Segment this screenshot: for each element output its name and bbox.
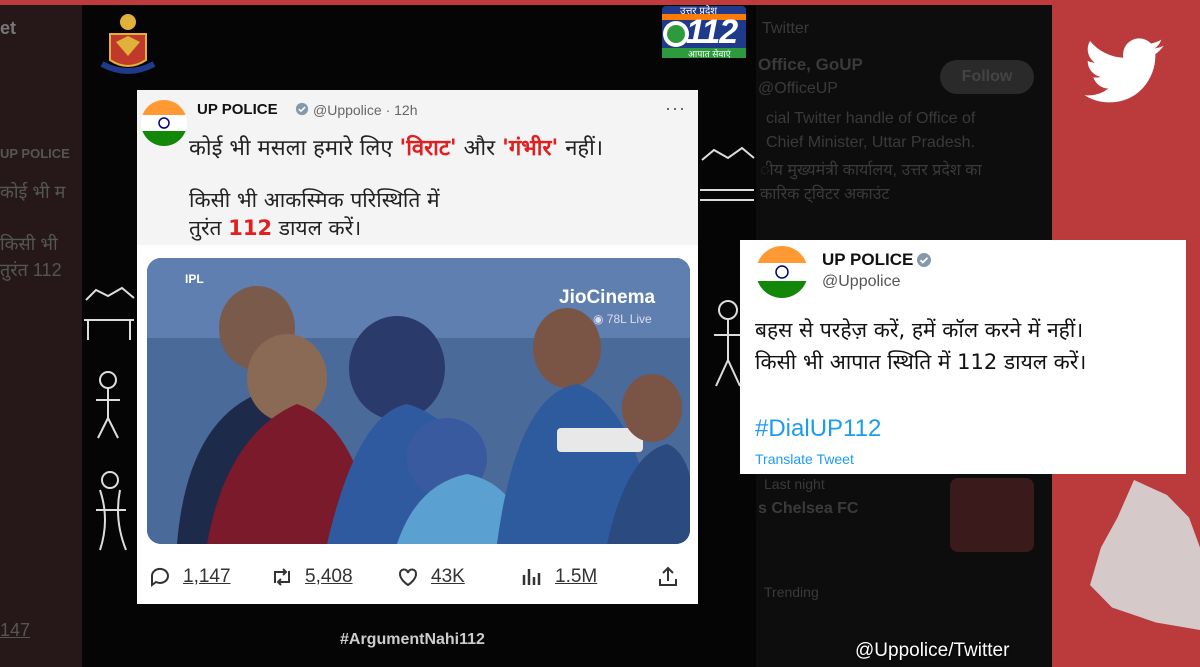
- tweet-actions: 1,147 5,408 43K 1.5M: [137, 560, 698, 600]
- tweet-text-line-1: बहस से परहेज़ करें, हमें कॉल करने में नह…: [755, 318, 1084, 342]
- share-icon[interactable]: [655, 565, 681, 589]
- avatar[interactable]: [756, 246, 808, 298]
- tweet-text-highlight: 'गंभीर': [502, 136, 559, 161]
- bg-right-snippet: ीय मुख्यमंत्री कार्यालय, उत्तर प्रदेश का: [760, 162, 982, 179]
- more-options-icon[interactable]: ···: [665, 98, 686, 119]
- image-credit: @Uppolice/Twitter: [855, 640, 1010, 661]
- tweet-text-part: डायल करें।: [272, 216, 362, 240]
- tweet-handle[interactable]: @Uppolice: [822, 273, 901, 291]
- translate-tweet-link[interactable]: Translate Tweet: [755, 451, 854, 467]
- views-icon[interactable]: [519, 565, 545, 589]
- main-tweet-card[interactable]: UP POLICE @Uppolice · 12h ··· कोई भी मसल…: [137, 90, 698, 604]
- avatar[interactable]: [141, 100, 187, 146]
- ipl-badge: IPL: [185, 272, 204, 286]
- bg-right-snippet: @OfficeUP: [758, 80, 838, 97]
- tweet-text-part: नहीं।: [558, 136, 604, 161]
- tweet-text-part: कोई भी मसला हमारे लिए: [189, 136, 400, 161]
- twitter-bird-icon: [1084, 38, 1164, 103]
- bg-right-snippet: s Chelsea FC: [758, 500, 859, 517]
- tweet-text-line-1: कोई भी मसला हमारे लिए 'विराट' और 'गंभीर'…: [189, 132, 603, 162]
- like-icon[interactable]: [395, 565, 421, 589]
- verified-icon: [917, 253, 931, 267]
- bg-left-snippet: तुरंत 112: [0, 260, 62, 280]
- bg-right-snippet: Trending: [764, 584, 819, 600]
- bg-left-snippet: किसी भी: [0, 234, 58, 254]
- tweet-author-name[interactable]: UP POLICE: [197, 101, 278, 118]
- bg-right-snippet: cial Twitter handle of Office of: [766, 110, 976, 127]
- tweet-text-line-3: तुरंत 112 डायल करें।: [189, 214, 361, 242]
- bg-thumbnail: [950, 478, 1034, 552]
- tweet-handle[interactable]: @Uppolice · 12h: [313, 102, 418, 118]
- reply-icon[interactable]: [147, 565, 173, 589]
- bg-left-snippet: et: [0, 18, 17, 38]
- emblem-icon: [100, 14, 156, 74]
- background-tweet-left: [0, 5, 82, 667]
- broadcaster-label: JioCinema: [559, 287, 656, 308]
- overlay-tweet-card[interactable]: UP POLICE @Uppolice बहस से परहेज़ करें, …: [740, 240, 1186, 474]
- poster-hashtag: #ArgumentNahi112: [340, 631, 485, 648]
- tweet-text-highlight: 'विराट': [399, 136, 457, 161]
- live-viewers: ◉ 78L Live: [593, 312, 652, 326]
- tweet-hashtag-link[interactable]: #DialUP112: [755, 415, 881, 443]
- tweet-photo[interactable]: IPL JioCinema ◉ 78L Live: [147, 258, 690, 544]
- retweet-icon[interactable]: [269, 565, 295, 589]
- tweet-text-line-2: किसी भी आपात स्थिति में 112 डायल करें।: [755, 350, 1087, 374]
- bg-right-snippet: Office, GoUP: [758, 55, 863, 74]
- views-count[interactable]: 1.5M: [555, 566, 597, 588]
- retweet-count[interactable]: 5,408: [305, 566, 353, 588]
- bg-right-snippet: कारिक ट्विटर अकाउंट: [760, 186, 890, 203]
- bg-right-snippet: Last night: [764, 476, 825, 492]
- bg-left-snippet: कोई भी म: [0, 182, 66, 202]
- tweet-text-part: और: [456, 136, 503, 161]
- like-count[interactable]: 43K: [431, 566, 465, 588]
- sketch-left-figures: [84, 286, 135, 551]
- tweet-text-highlight: 112: [228, 216, 273, 240]
- bg-right-snippet: Twitter: [762, 20, 810, 37]
- logo-112-bottom-text: आपात सेवाएं: [688, 49, 731, 59]
- tweet-author-name[interactable]: UP POLICE: [822, 250, 913, 270]
- tweet-text-line-2: किसी भी आकस्मिक परिस्थिति में: [189, 188, 440, 212]
- follow-button[interactable]: Follow: [940, 60, 1034, 94]
- bg-right-snippet: Chief Minister, Uttar Pradesh.: [766, 134, 975, 151]
- verified-icon: [295, 102, 309, 116]
- bg-left-snippet: 147: [0, 620, 31, 640]
- tweet-text-part: तुरंत: [189, 216, 229, 240]
- bg-left-snippet: UP POLICE: [0, 146, 70, 161]
- reply-count[interactable]: 1,147: [183, 566, 231, 588]
